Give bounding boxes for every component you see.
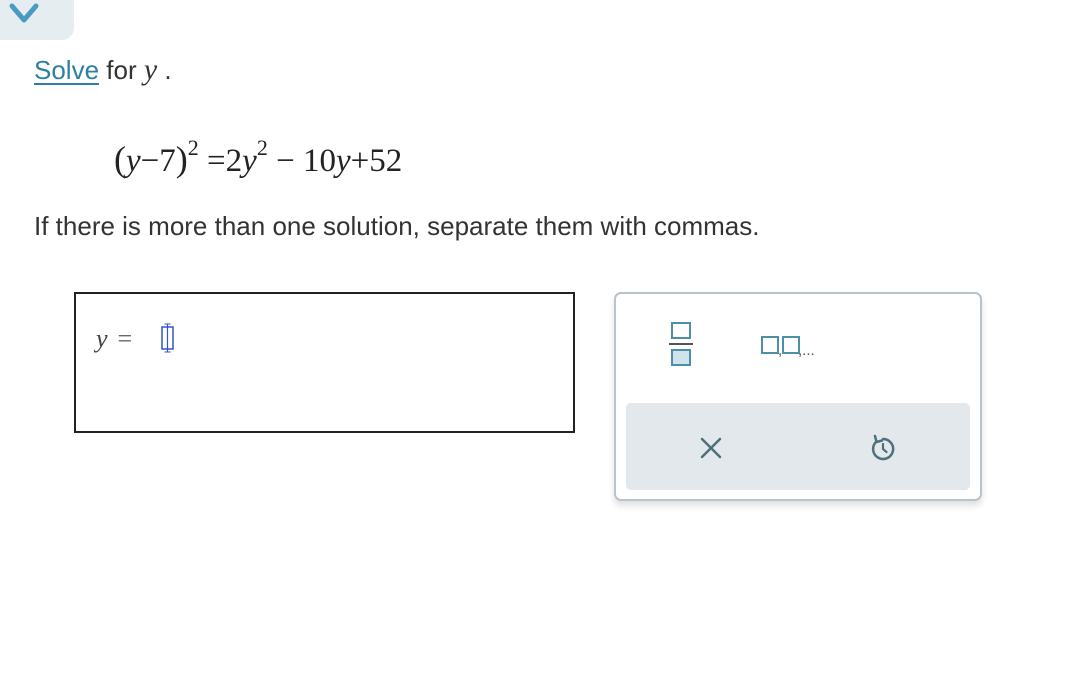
- comma-list-template-icon: , ,...: [761, 336, 815, 359]
- answer-variable: y: [96, 324, 108, 353]
- problem-page: Solve for y . (y−7)2 =2y2 − 10y+52 If th…: [0, 0, 1084, 684]
- solve-link[interactable]: Solve: [34, 55, 99, 85]
- equation-lhs-variable: y: [126, 143, 141, 179]
- equation-rhs-exponent: 2: [256, 135, 268, 160]
- equation-equals: =: [207, 143, 226, 179]
- math-keypad: , ,...: [614, 292, 982, 501]
- equation-rhs-coefficient: 2: [225, 143, 243, 179]
- collapse-tab[interactable]: [0, 0, 74, 40]
- equation-open-paren: (: [114, 139, 126, 179]
- equation: (y−7)2 =2y2 − 10y+52: [114, 127, 402, 186]
- undo-button[interactable]: [848, 423, 918, 473]
- answer-cursor-slot[interactable]: [158, 319, 178, 359]
- clear-button[interactable]: [676, 423, 746, 473]
- answer-line: y =: [96, 324, 142, 354]
- answer-input-box[interactable]: y =: [74, 292, 575, 433]
- equation-lhs-exponent: 2: [187, 135, 199, 160]
- prompt-text: for: [106, 55, 137, 85]
- equation-minus: −: [276, 143, 295, 179]
- equation-rhs-variable: y: [242, 143, 257, 179]
- equation-close-paren: ): [175, 139, 188, 179]
- prompt-variable: y: [143, 53, 158, 86]
- equation-term2-variable: y: [335, 143, 351, 179]
- chevron-down-icon: [9, 3, 39, 23]
- instructions-text: If there is more than one solution, sepa…: [34, 211, 760, 241]
- input-cursor-icon: [161, 323, 174, 353]
- prompt-period: .: [164, 55, 172, 85]
- comma-list-key[interactable]: , ,...: [746, 324, 856, 364]
- fraction-key[interactable]: [656, 314, 706, 374]
- undo-icon: [871, 434, 895, 461]
- fraction-template-icon: [669, 322, 693, 366]
- answer-equals: =: [117, 324, 133, 353]
- close-icon: [700, 437, 722, 459]
- equation-constant: 52: [369, 143, 403, 179]
- problem-prompt: Solve for y .: [34, 53, 172, 87]
- svg-text:,: ,: [778, 342, 782, 359]
- equation-lhs-operation: −7: [140, 143, 176, 179]
- equation-plus: +: [350, 143, 370, 179]
- keypad-action-bar: [626, 403, 970, 490]
- list-key-ellipsis: ,...: [798, 342, 815, 359]
- equation-term2-coefficient: 10: [302, 143, 336, 179]
